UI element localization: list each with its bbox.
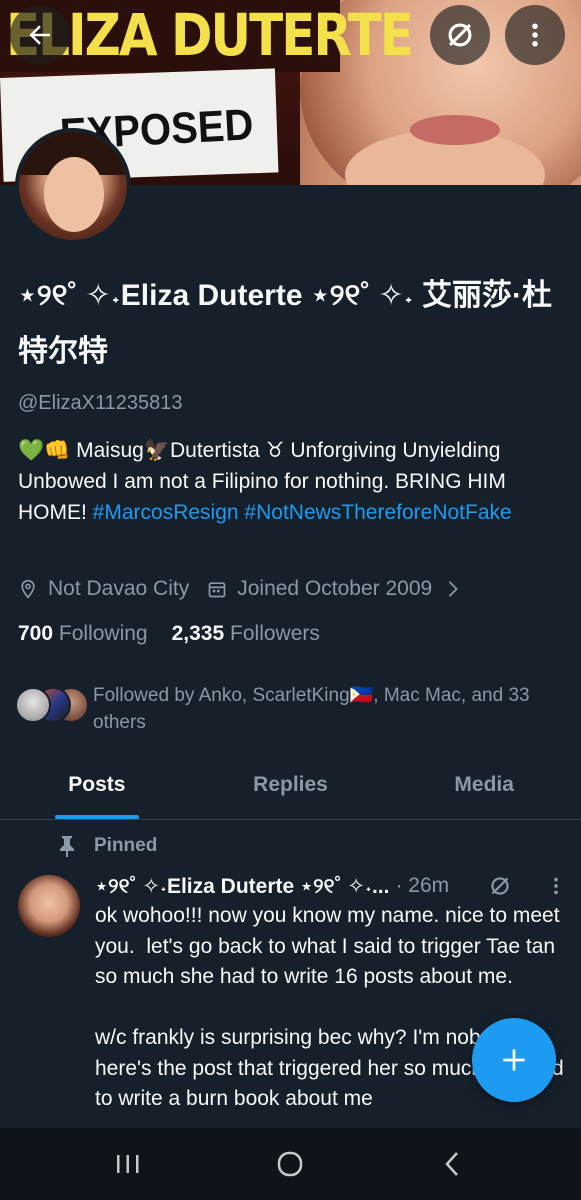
location-item: Not Davao City [18, 577, 189, 601]
followers-count: 2,335 [171, 622, 225, 645]
tab-label: Media [454, 772, 514, 796]
hashtag-link[interactable]: #NotNewsThereforeNotFake [244, 501, 511, 524]
post-header: ⋆୨୧˚ ✧˖Eliza Duterte ⋆୨୧˚ ✧˖... · 26m [95, 870, 575, 902]
followers-label: Followers [230, 622, 320, 645]
avatar-face [44, 157, 104, 232]
home-circle-icon [277, 1151, 303, 1177]
recents-icon [117, 1155, 139, 1173]
arrow-left-icon [29, 25, 50, 45]
banner-lips [410, 115, 500, 145]
profile-bio: 💚👊 Maisug🦅Dutertista ♉ Unforgiving Unyie… [18, 435, 558, 528]
tab-indicator [54, 815, 139, 819]
tab-label: Replies [253, 772, 328, 796]
post-author[interactable]: ⋆୨୧˚ ✧˖Eliza Duterte ⋆୨୧˚ ✧˖... [95, 874, 389, 899]
home-button[interactable] [270, 1146, 310, 1182]
display-name: ⋆୨୧˚ ✧˖Eliza Duterte ⋆୨୧˚ ✧˖ 艾丽莎·杜特尔特 [18, 279, 552, 368]
location-pin-icon [18, 579, 38, 599]
compose-button[interactable] [472, 1018, 556, 1102]
followed-by-text: Followed by Anko, ScarletKing🇵🇭, Mac Mac… [93, 685, 530, 733]
chevron-left-icon [445, 1152, 458, 1176]
tab-replies[interactable]: Replies [194, 750, 388, 819]
recents-button[interactable] [108, 1146, 148, 1182]
pinned-text: Pinned [94, 835, 158, 856]
grok-button[interactable] [430, 5, 490, 65]
back-button[interactable] [10, 5, 70, 65]
post-more-icon[interactable] [545, 874, 567, 904]
following-link[interactable]: 700 Following [18, 622, 148, 646]
profile-avatar[interactable] [15, 128, 131, 244]
follow-stats: 700 Following 2,335 Followers [18, 622, 344, 646]
avatar [15, 687, 51, 723]
profile-tabs: Posts Replies Media [0, 750, 581, 820]
tab-media[interactable]: Media [387, 750, 581, 819]
following-count: 700 [18, 622, 54, 645]
more-options-button[interactable] [505, 5, 565, 65]
joined-item[interactable]: Joined October 2009 [207, 577, 460, 601]
joined-text: Joined October 2009 [237, 577, 433, 600]
hashtag-link[interactable]: #MarcosResign [93, 501, 239, 524]
grok-icon [448, 23, 472, 47]
profile-meta: Not Davao City Joined October 2009 [18, 574, 478, 604]
more-vertical-icon [532, 23, 538, 47]
calendar-icon [207, 579, 227, 599]
post-avatar[interactable] [18, 875, 80, 937]
following-label: Following [58, 622, 148, 645]
system-back-button[interactable] [432, 1146, 472, 1182]
followed-by[interactable]: Followed by Anko, ScarletKing🇵🇭, Mac Mac… [15, 682, 575, 742]
location-text: Not Davao City [48, 577, 190, 600]
pin-icon [60, 836, 74, 857]
tab-posts[interactable]: Posts [0, 750, 194, 819]
followers-link[interactable]: 2,335 Followers [172, 622, 320, 646]
system-nav-bar [0, 1128, 581, 1200]
plus-icon [503, 1049, 525, 1071]
profile-handle: @ElizaX11235813 [18, 392, 183, 414]
pinned-label: Pinned [58, 835, 157, 857]
chevron-right-icon [446, 580, 460, 598]
tab-label: Posts [68, 772, 126, 796]
post-time: · 26m [395, 874, 450, 897]
